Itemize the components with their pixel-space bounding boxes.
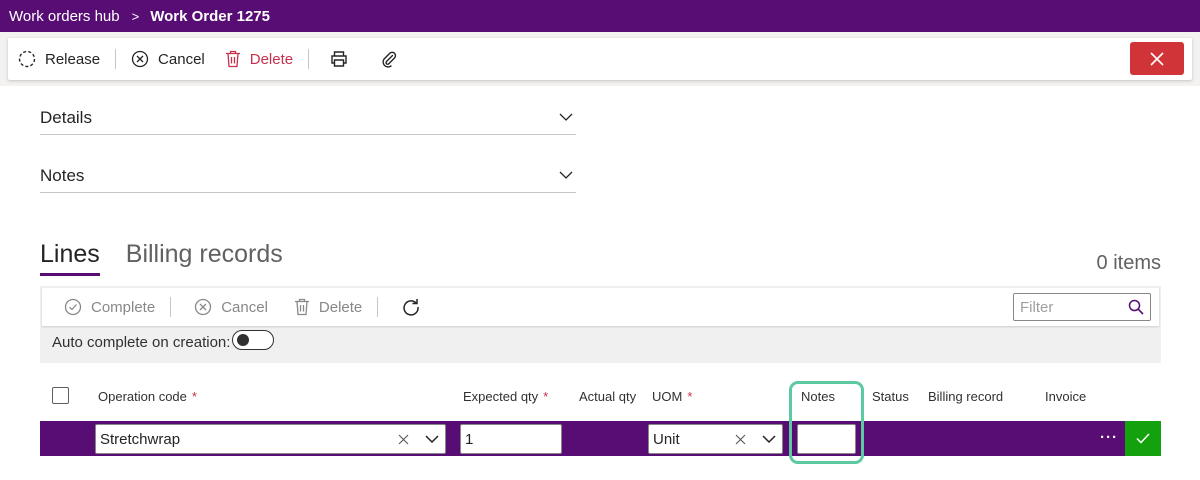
required-mark: * bbox=[687, 389, 693, 404]
auto-complete-label: Auto complete on creation: bbox=[52, 334, 231, 351]
tab-lines[interactable]: Lines bbox=[40, 240, 100, 276]
command-bar: Release Cancel Delete bbox=[8, 38, 1192, 80]
filter-input[interactable]: Filter bbox=[1013, 293, 1151, 321]
confirm-row-button[interactable] bbox=[1125, 421, 1161, 456]
cancel-button[interactable]: Cancel bbox=[121, 38, 215, 80]
close-button[interactable] bbox=[1130, 42, 1184, 75]
column-operation-code[interactable]: Operation code * bbox=[98, 389, 197, 404]
check-circle-icon bbox=[64, 298, 82, 316]
refresh-button[interactable] bbox=[383, 288, 431, 326]
column-invoice[interactable]: Invoice bbox=[1045, 389, 1086, 404]
attach-button[interactable] bbox=[364, 38, 414, 80]
breadcrumb-separator: > bbox=[131, 8, 140, 24]
print-button[interactable] bbox=[314, 38, 364, 80]
column-actual-qty[interactable]: Actual qty bbox=[579, 389, 636, 404]
column-expected-qty-label: Expected qty bbox=[463, 389, 539, 404]
complete-label: Complete bbox=[91, 298, 156, 316]
filter-placeholder: Filter bbox=[1020, 298, 1054, 316]
complete-button[interactable]: Complete bbox=[42, 288, 165, 326]
notes-label: Notes bbox=[40, 165, 85, 185]
chevron-down-icon[interactable] bbox=[425, 435, 439, 443]
lines-tabs: Lines Billing records bbox=[40, 240, 309, 276]
chevron-down-icon bbox=[559, 171, 573, 179]
column-notes[interactable]: Notes bbox=[801, 389, 835, 404]
toolbar-divider bbox=[115, 49, 117, 69]
required-mark: * bbox=[191, 389, 197, 404]
details-section-header[interactable]: Details bbox=[40, 104, 576, 135]
details-label: Details bbox=[40, 107, 92, 127]
toolbar-divider bbox=[170, 297, 172, 317]
clear-icon[interactable] bbox=[398, 434, 409, 445]
command-area: Release Cancel Delete bbox=[0, 32, 1200, 86]
lines-cancel-button[interactable]: Cancel bbox=[176, 288, 278, 326]
column-uom-label: UOM bbox=[652, 389, 683, 404]
uom-field[interactable]: Unit bbox=[648, 424, 783, 454]
release-button[interactable]: Release bbox=[8, 38, 110, 80]
lines-delete-label: Delete bbox=[318, 298, 363, 316]
chevron-down-icon bbox=[559, 113, 573, 121]
select-all-checkbox[interactable] bbox=[52, 387, 69, 404]
close-icon bbox=[1150, 51, 1164, 66]
notes-field[interactable] bbox=[797, 424, 856, 454]
release-label: Release bbox=[45, 50, 101, 68]
cancel-label: Cancel bbox=[158, 50, 205, 68]
lines-toolbar: Complete Cancel Delete Filter bbox=[42, 288, 1159, 326]
operation-code-value: Stretchwrap bbox=[100, 430, 181, 448]
uom-controls bbox=[735, 425, 776, 453]
chevron-down-icon[interactable] bbox=[762, 435, 776, 443]
tab-billing-records[interactable]: Billing records bbox=[126, 240, 283, 276]
paperclip-icon bbox=[382, 51, 397, 68]
notes-section-header[interactable]: Notes bbox=[40, 162, 576, 193]
clear-icon[interactable] bbox=[735, 434, 746, 445]
cancel-circle-icon bbox=[131, 50, 149, 68]
checkmark-icon bbox=[1136, 433, 1150, 444]
operation-code-controls bbox=[398, 425, 439, 453]
required-mark: * bbox=[543, 389, 549, 404]
column-billing-record[interactable]: Billing record bbox=[928, 389, 1003, 404]
more-options-button[interactable]: ··· bbox=[1100, 429, 1118, 446]
printer-icon bbox=[331, 51, 347, 67]
expected-qty-field[interactable]: 1 bbox=[460, 424, 562, 454]
column-operation-code-label: Operation code bbox=[98, 389, 187, 404]
cancel-circle-icon bbox=[195, 298, 212, 316]
search-icon bbox=[1128, 299, 1144, 315]
column-uom[interactable]: UOM * bbox=[652, 389, 692, 404]
operation-code-field[interactable]: Stretchwrap bbox=[95, 424, 446, 454]
page-title: Work Order 1275 bbox=[150, 7, 270, 25]
expected-qty-value: 1 bbox=[465, 430, 474, 448]
toolbar-divider bbox=[377, 297, 379, 317]
lines-panel: Complete Cancel Delete Filter Auto compl… bbox=[40, 286, 1161, 363]
column-expected-qty[interactable]: Expected qty * bbox=[463, 389, 548, 404]
trash-icon bbox=[294, 298, 309, 316]
breadcrumb-parent[interactable]: Work orders hub bbox=[9, 8, 120, 25]
uom-value: Unit bbox=[653, 430, 680, 448]
column-status[interactable]: Status bbox=[872, 389, 909, 404]
table-row: Stretchwrap 1 Unit ··· bbox=[40, 421, 1161, 456]
toolbar-divider bbox=[308, 49, 310, 69]
delete-button[interactable]: Delete bbox=[215, 38, 303, 80]
trash-icon bbox=[225, 50, 240, 68]
top-bar: Work orders hub > Work Order 1275 bbox=[0, 0, 1200, 32]
release-icon bbox=[18, 50, 36, 68]
items-count: 0 items bbox=[1096, 252, 1161, 274]
refresh-icon bbox=[403, 299, 420, 316]
lines-delete-button[interactable]: Delete bbox=[278, 288, 372, 326]
toggle-knob bbox=[237, 333, 250, 346]
auto-complete-setting: Auto complete on creation: bbox=[52, 329, 275, 351]
delete-label: Delete bbox=[249, 50, 294, 68]
lines-cancel-label: Cancel bbox=[221, 298, 268, 316]
auto-complete-toggle[interactable] bbox=[232, 329, 275, 350]
